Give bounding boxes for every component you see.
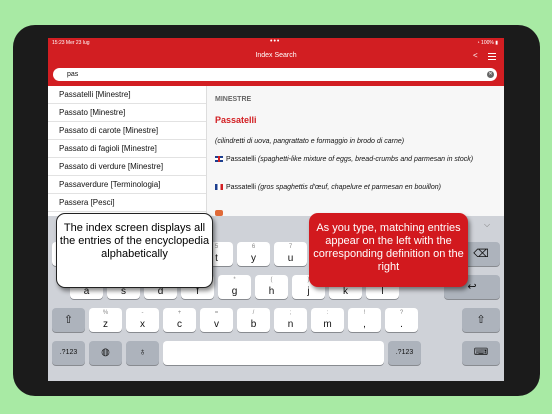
list-item[interactable]: Passato di carote [Minestre] xyxy=(48,122,206,140)
french-translation: Passatelli (gros spaghettis d'œuf, chape… xyxy=(215,182,490,193)
dictation-key[interactable]: ♁ xyxy=(126,341,159,365)
list-item[interactable]: Passato [Minestre] xyxy=(48,104,206,122)
key-h[interactable]: (h xyxy=(255,275,288,299)
shift-icon: ⇧ xyxy=(63,314,74,326)
french-definition: (gros spaghettis d'œuf, chapelure et par… xyxy=(257,184,441,191)
multitasking-dots[interactable]: ••• xyxy=(270,38,280,45)
list-item[interactable]: Passato di verdure [Minestre] xyxy=(48,158,206,176)
key-period[interactable]: ?. xyxy=(385,308,418,332)
clear-icon[interactable]: ✕ xyxy=(487,71,494,78)
numbers-key-left[interactable]: .?123 xyxy=(52,341,85,365)
chevron-down-icon[interactable]: ⌵ xyxy=(484,220,490,230)
list-item[interactable]: Passatelli [Minestre] xyxy=(48,86,206,104)
share-icon[interactable]: < xyxy=(473,51,478,60)
globe-icon: ◍ xyxy=(101,347,110,358)
key-comma[interactable]: !, xyxy=(348,308,381,332)
globe-key[interactable]: ◍ xyxy=(89,341,122,365)
key-g[interactable]: * g xyxy=(218,275,251,299)
list-item[interactable]: Passato di fagioli [Minestre] xyxy=(48,140,206,158)
key-m[interactable]: :m xyxy=(311,308,344,332)
shift-key-left[interactable]: ⇧ xyxy=(52,308,85,332)
key-x[interactable]: -x xyxy=(126,308,159,332)
search-field: ✕ xyxy=(53,68,497,81)
shift-key-right[interactable]: ⇧ xyxy=(462,308,500,332)
battery-indicator: ◔ 100% ▮ xyxy=(477,40,498,46)
english-word: Passatelli xyxy=(226,156,256,163)
english-definition: (spaghetti-like mixture of eggs, bread-c… xyxy=(257,156,474,163)
wifi-icon: ◔ xyxy=(476,40,480,46)
search-bar: ✕ xyxy=(48,66,504,86)
category-label: MINESTRE xyxy=(215,96,252,103)
key-z[interactable]: % z xyxy=(89,308,122,332)
shift-icon: ⇧ xyxy=(476,314,486,326)
battery-icon: ▮ xyxy=(495,40,498,46)
status-bar: 15:23 Mer 23 lug ••• ◔ 100% ▮ xyxy=(48,38,504,47)
keyboard-hide-icon: ⌨ xyxy=(473,347,489,358)
key-y[interactable]: 6y xyxy=(237,242,270,266)
key-n[interactable]: ; n xyxy=(274,308,307,332)
list-item[interactable]: Passera [Pesci] xyxy=(48,194,206,212)
french-word: Passatelli xyxy=(226,184,256,191)
battery-percent: 100% xyxy=(481,40,494,46)
nav-bar: Index Search < xyxy=(48,47,504,66)
page-title: Index Search xyxy=(255,52,297,59)
app-screen: 15:23 Mer 23 lug ••• ◔ 100% ▮ Index Sear… xyxy=(48,38,504,381)
status-time: 15:23 Mer 23 lug xyxy=(52,40,90,46)
index-callout: The index screen displays all the entrie… xyxy=(56,213,213,288)
english-translation: Passatelli (spaghetti-like mixture of eg… xyxy=(215,154,490,165)
key-b[interactable]: / b xyxy=(237,308,270,332)
key-v[interactable]: = v xyxy=(200,308,233,332)
return-icon: ↩ xyxy=(467,281,477,293)
backspace-icon: ⌫ xyxy=(473,248,489,260)
entry-title: Passatelli xyxy=(215,115,257,125)
definition-panel: MINESTRE Passatelli (cilindretti di uova… xyxy=(207,86,504,217)
key-u[interactable]: 7u xyxy=(274,242,307,266)
search-input[interactable] xyxy=(67,69,467,80)
uk-flag-icon xyxy=(215,156,223,163)
space-bar[interactable] xyxy=(163,341,384,365)
menu-icon[interactable] xyxy=(488,53,496,62)
result-list: Passatelli [Minestre] Passato [Minestre]… xyxy=(48,86,207,216)
france-flag-icon xyxy=(215,184,223,191)
microphone-icon: ♁ xyxy=(138,347,147,358)
search-callout: As you type, matching entries appear on … xyxy=(309,213,468,287)
key-c[interactable]: + c xyxy=(163,308,196,332)
list-item[interactable]: Passaverdure [Terminologia] xyxy=(48,176,206,194)
hide-keyboard-key[interactable]: ⌨ xyxy=(462,341,500,365)
numbers-key-right[interactable]: .?123 xyxy=(388,341,421,365)
italian-definition: (cilindretti di uova, pangrattato e form… xyxy=(215,138,405,145)
